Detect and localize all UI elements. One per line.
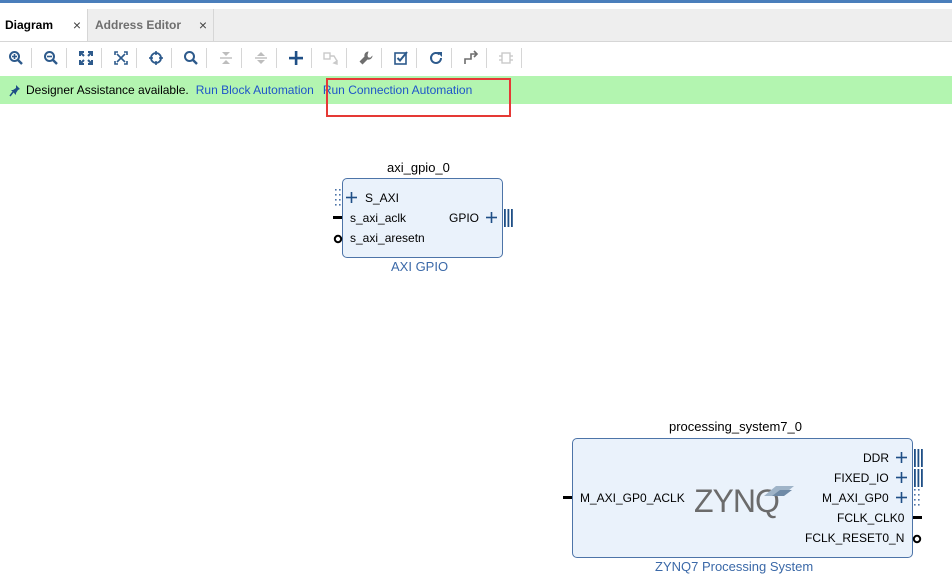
- port-s-axi-aresetn: s_axi_aresetn: [350, 231, 425, 245]
- expand-plus-icon[interactable]: [346, 192, 357, 203]
- fclk-clk0-pin[interactable]: [913, 516, 922, 519]
- port-m-axi-gp0: M_AXI_GP0: [822, 491, 889, 505]
- toolbar-separator: [346, 48, 347, 68]
- ps7-block-type: ZYNQ7 Processing System: [655, 559, 814, 574]
- toolbar-separator: [31, 48, 32, 68]
- fclk-reset0-n-pin[interactable]: [912, 533, 922, 547]
- toolbar-separator: [171, 48, 172, 68]
- expand-plus-icon[interactable]: [896, 452, 907, 463]
- assistance-message: Designer Assistance available.: [26, 83, 189, 97]
- tab-address-editor[interactable]: Address Editor ×: [88, 9, 214, 41]
- zoom-in-icon[interactable]: [5, 47, 27, 69]
- zynq-logo-swoosh: [764, 486, 794, 496]
- validate-design-icon[interactable]: [390, 47, 412, 69]
- fit-selection-icon[interactable]: [110, 47, 132, 69]
- create-hierarchy-icon[interactable]: [495, 47, 517, 69]
- toolbar-separator: [381, 48, 382, 68]
- toolbar-separator: [521, 48, 522, 68]
- toolbar-separator: [101, 48, 102, 68]
- port-s-axi: S_AXI: [365, 191, 400, 205]
- diagram-toolbar: [0, 42, 952, 74]
- toolbar-separator: [486, 48, 487, 68]
- m-axi-gp0-bus-pin[interactable]: [913, 488, 923, 511]
- tab-address-editor-label: Address Editor: [95, 18, 182, 32]
- port-fixed-io: FIXED_IO: [834, 471, 889, 485]
- add-ip-icon[interactable]: [285, 47, 307, 69]
- gpio-block-type: AXI GPIO: [391, 259, 449, 274]
- optimize-routing-icon[interactable]: [460, 47, 482, 69]
- toolbar-separator: [206, 48, 207, 68]
- fixed-io-bus-pin[interactable]: [913, 469, 923, 490]
- clock-pin[interactable]: [333, 216, 342, 219]
- tab-bar: Diagram × Address Editor ×: [0, 9, 952, 42]
- auto-connect-icon[interactable]: [145, 47, 167, 69]
- search-icon[interactable]: [180, 47, 202, 69]
- port-fclk-reset0-n: FCLK_RESET0_N: [805, 531, 905, 545]
- zoom-fit-icon[interactable]: [75, 47, 97, 69]
- close-icon[interactable]: ×: [199, 18, 207, 32]
- regenerate-layout-icon[interactable]: [425, 47, 447, 69]
- ps7-instance-name: processing_system7_0: [669, 419, 802, 434]
- collapse-all-icon[interactable]: [215, 47, 237, 69]
- close-icon[interactable]: ×: [73, 18, 81, 32]
- toolbar-separator: [311, 48, 312, 68]
- port-s-axi-aclk: s_axi_aclk: [350, 211, 407, 225]
- customize-block-icon[interactable]: [355, 47, 377, 69]
- toolbar-separator: [241, 48, 242, 68]
- toolbar-separator: [276, 48, 277, 68]
- reset-pin[interactable]: [333, 233, 343, 247]
- make-connection-icon[interactable]: [320, 47, 342, 69]
- expand-all-icon[interactable]: [250, 47, 272, 69]
- toolbar-separator: [136, 48, 137, 68]
- zoom-out-icon[interactable]: [40, 47, 62, 69]
- port-m-axi-gp0-aclk: M_AXI_GP0_ACLK: [580, 491, 685, 505]
- port-ddr: DDR: [863, 451, 889, 465]
- pin-icon: [9, 84, 21, 97]
- expand-plus-icon[interactable]: [896, 472, 907, 483]
- toolbar-separator: [66, 48, 67, 68]
- port-gpio: GPIO: [449, 211, 480, 225]
- toolbar-separator: [416, 48, 417, 68]
- tab-diagram-label: Diagram: [5, 18, 54, 32]
- window-top-accent: [0, 0, 952, 3]
- expand-plus-icon[interactable]: [896, 492, 907, 503]
- ddr-bus-pin[interactable]: [913, 449, 923, 470]
- tab-diagram[interactable]: Diagram ×: [0, 9, 88, 41]
- expand-plus-icon[interactable]: [486, 212, 497, 223]
- port-fclk-clk0: FCLK_CLK0: [837, 511, 905, 525]
- gpio-instance-name: axi_gpio_0: [387, 160, 450, 175]
- s-axi-bus-pin[interactable]: [334, 188, 342, 211]
- toolbar-separator: [451, 48, 452, 68]
- gpio-bus-pin[interactable]: [503, 209, 513, 230]
- run-block-automation-link[interactable]: Run Block Automation: [196, 83, 314, 97]
- m-axi-gp0-aclk-pin[interactable]: [563, 496, 572, 499]
